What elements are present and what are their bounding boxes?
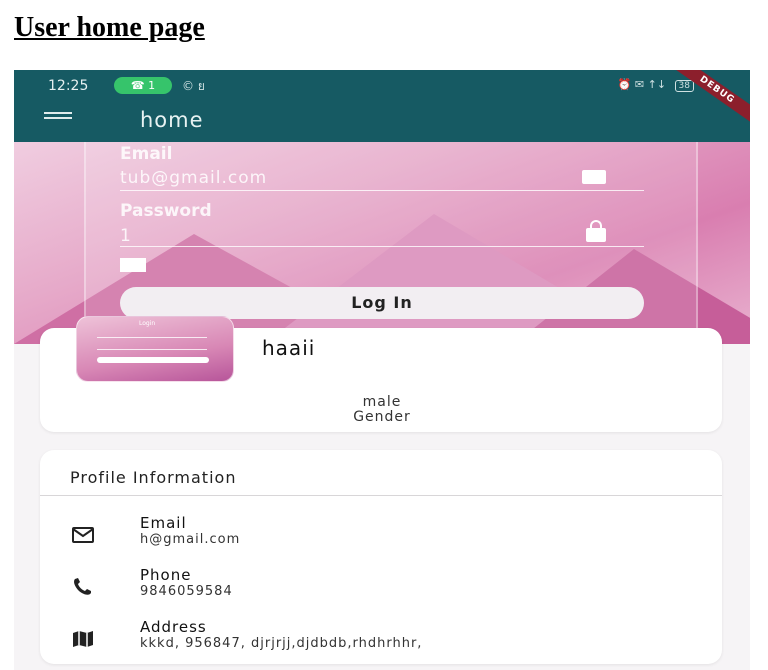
document-heading: User home page <box>14 12 205 43</box>
info-row-value: kkkd, 956847, djrjrjj,djdbdb,rhdhrhhr, <box>140 636 423 651</box>
gender-value: male <box>362 394 402 410</box>
avatar-mini-line <box>97 349 207 350</box>
phone-icon <box>74 578 91 595</box>
phone-screen: 12:25 ☎ 1 © ย ⏰ ✉ ↑↓ 38 DEBUG home Email… <box>14 70 750 670</box>
app-bar: 12:25 ☎ 1 © ย ⏰ ✉ ↑↓ 38 DEBUG home <box>14 70 750 142</box>
password-field[interactable]: 1 <box>120 226 132 246</box>
app-bar-title: home <box>140 108 204 132</box>
info-row-label: Phone <box>140 566 192 584</box>
login-button[interactable]: Log In <box>120 287 644 319</box>
profile-name: haaii <box>262 336 316 360</box>
call-count: 1 <box>148 79 156 92</box>
avatar-mini-button <box>97 357 209 363</box>
info-row-value: h@gmail.com <box>140 532 241 547</box>
avatar-mini-line <box>97 337 207 338</box>
info-row-phone[interactable]: Phone 9846059584 <box>40 566 722 610</box>
map-icon <box>73 631 93 647</box>
profile-information-card: Profile Information Email h@gmail.com Ph… <box>40 450 722 664</box>
gender-label: Gender <box>353 409 411 425</box>
mail-icon <box>582 170 606 184</box>
info-row-value: 9846059584 <box>140 584 233 599</box>
info-row-label: Email <box>140 514 187 532</box>
profile-information-header: Profile Information <box>70 468 237 487</box>
info-row-label: Address <box>140 618 207 636</box>
remember-checkbox[interactable] <box>120 258 146 272</box>
notification-icons: © ย <box>182 79 205 93</box>
password-label: Password <box>120 201 212 221</box>
avatar-mini-title: Login <box>139 320 156 327</box>
battery-icon: 38 <box>674 80 694 92</box>
alarm-signal-icons: ⏰ ✉ ↑↓ <box>617 78 667 91</box>
call-indicator-pill: ☎ 1 <box>114 77 172 94</box>
call-icon: ☎ <box>130 79 149 92</box>
menu-icon[interactable] <box>44 112 72 122</box>
lock-icon <box>586 220 606 242</box>
status-time: 12:25 <box>48 78 89 94</box>
avatar[interactable]: Login <box>76 316 234 382</box>
info-row-address[interactable]: Address kkkd, 956847, djrjrjj,djdbdb,rhd… <box>40 618 722 662</box>
email-label: Email <box>120 144 173 164</box>
email-underline <box>120 190 644 191</box>
divider <box>40 495 722 496</box>
password-underline <box>120 246 644 247</box>
login-preview-background: Email tub@gmail.com Password 1 Log In <box>14 142 750 344</box>
info-row-email[interactable]: Email h@gmail.com <box>40 514 722 558</box>
mail-icon <box>72 527 94 543</box>
email-field[interactable]: tub@gmail.com <box>120 168 267 188</box>
system-status-icons: ⏰ ✉ ↑↓ 38 <box>618 78 694 92</box>
